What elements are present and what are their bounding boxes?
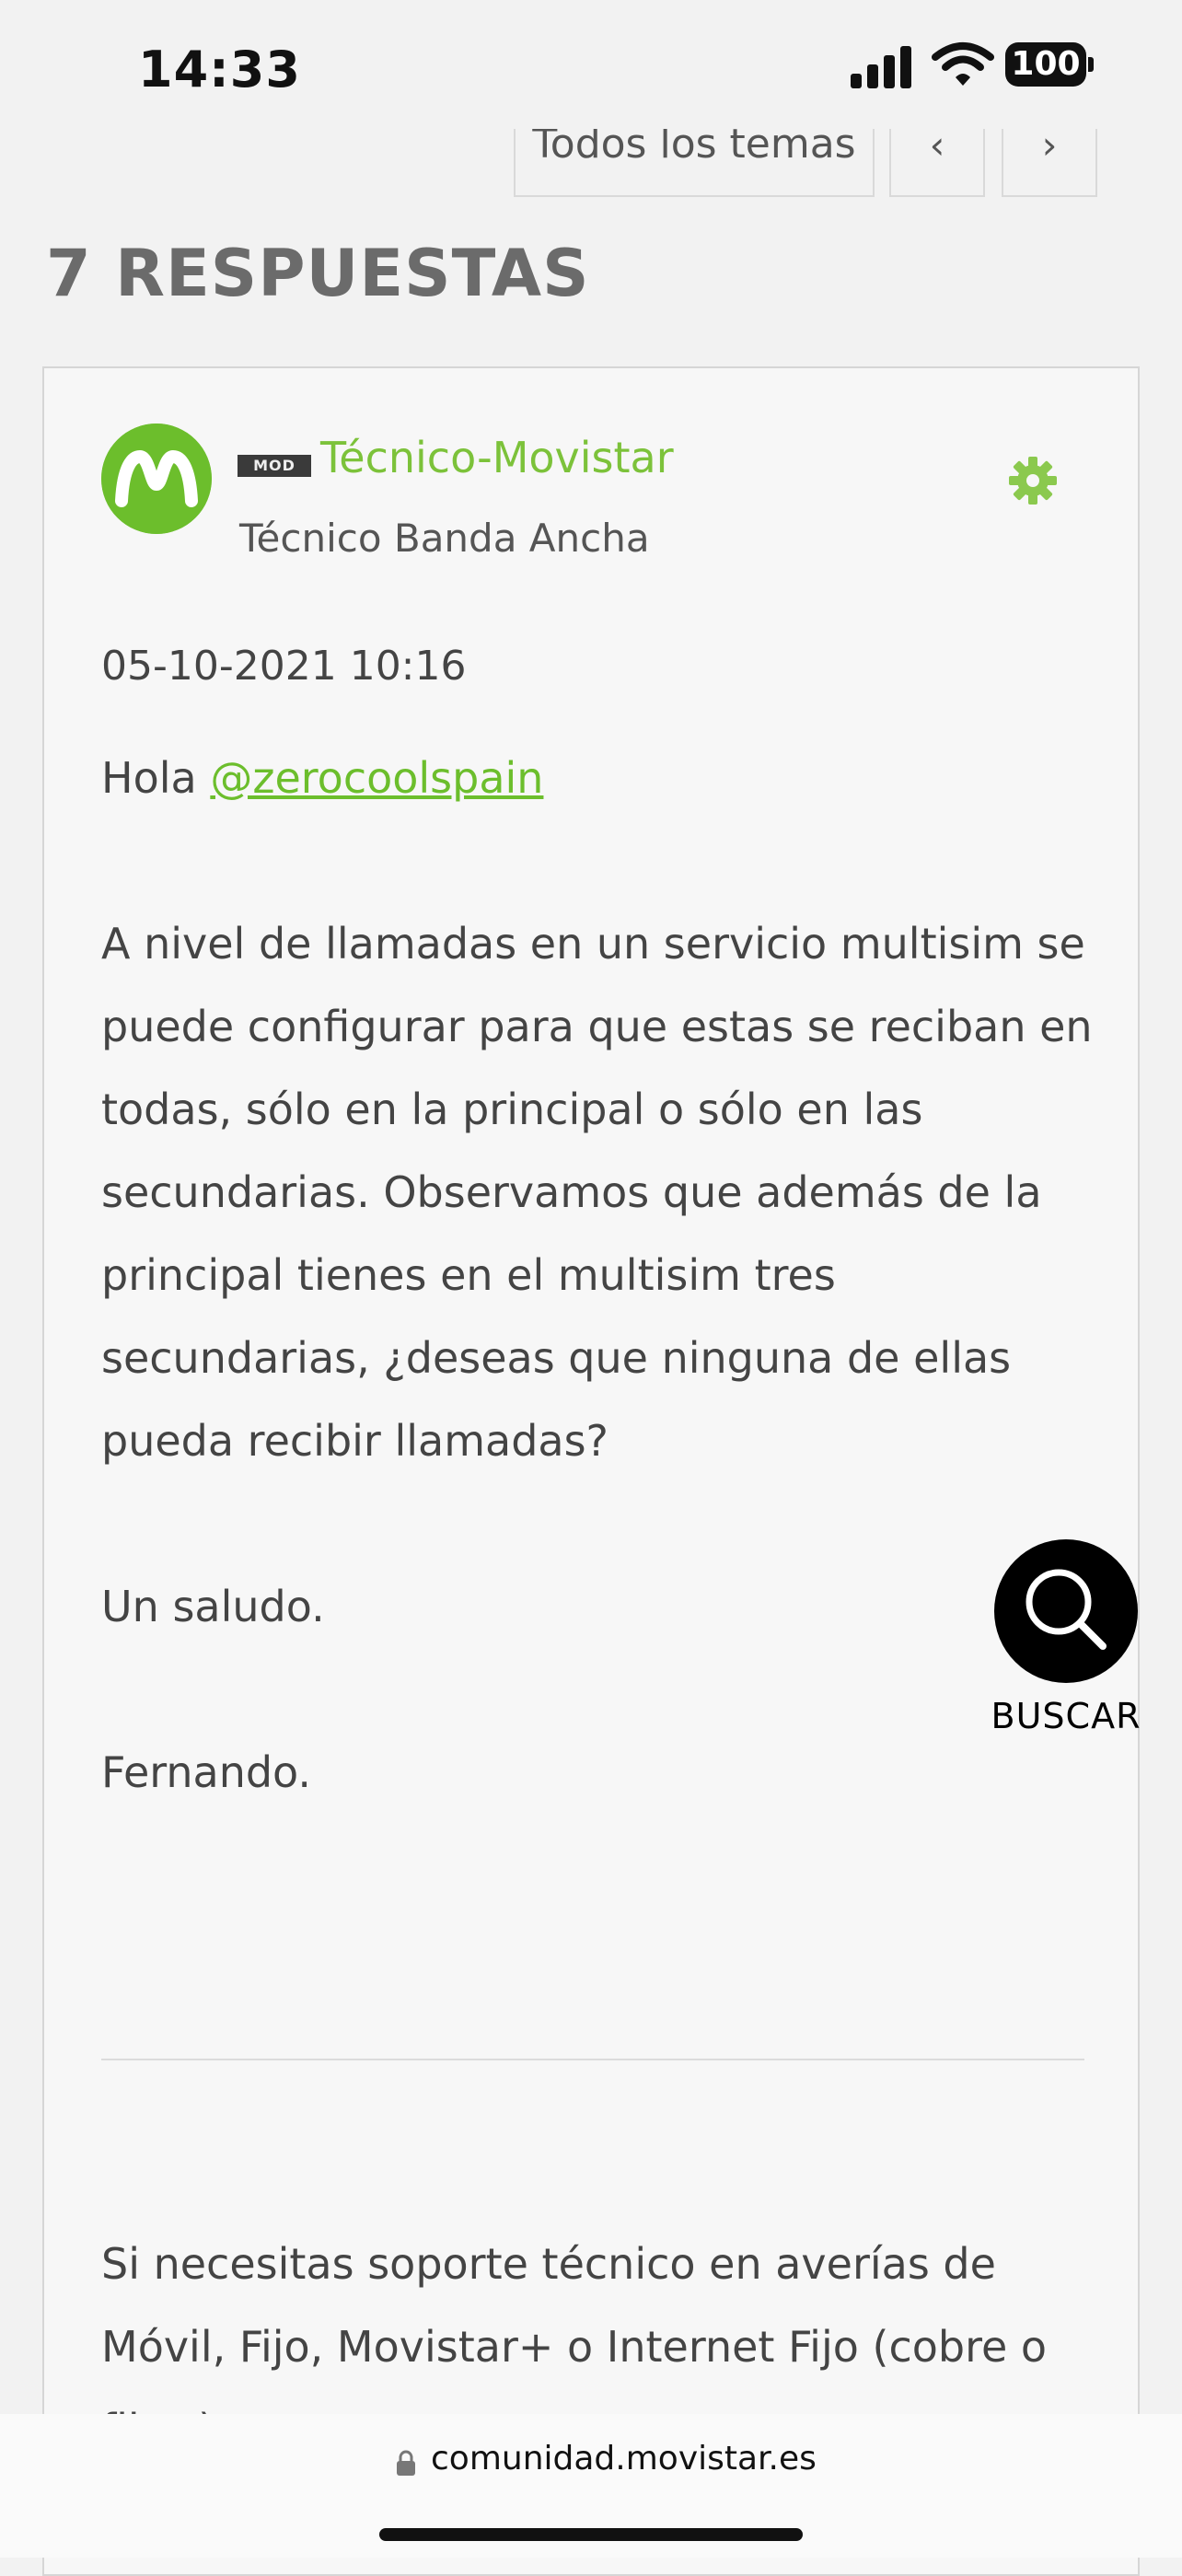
post-paragraph: A nivel de llamadas en un servicio multi…	[101, 919, 1093, 1466]
signature-divider	[101, 2059, 1084, 2060]
battery-tip	[1088, 57, 1094, 72]
wifi-icon	[932, 42, 994, 86]
moderator-badge: MOD	[238, 455, 311, 477]
signoff-text: Fernando.	[101, 1747, 312, 1797]
post-body: Hola @zerocoolspain A nivel de llamadas …	[101, 737, 1095, 1814]
movistar-avatar[interactable]	[101, 424, 212, 534]
author-rank: Técnico Banda Ancha	[239, 516, 650, 561]
search-button[interactable]	[994, 1539, 1138, 1683]
cellular-signal-icon	[851, 44, 913, 88]
closing-text: Un saludo.	[101, 1582, 325, 1631]
url-text[interactable]: comunidad.movistar.es	[431, 2440, 817, 2477]
greeting-line: Hola @zerocoolspain	[101, 737, 1095, 819]
user-mention-link[interactable]: @zerocoolspain	[210, 753, 543, 803]
battery-icon: 100	[1005, 42, 1086, 87]
reply-post: MOD Técnico-Movistar Técnico Banda Ancha…	[42, 366, 1140, 2576]
author-name-link[interactable]: Técnico-Movistar	[320, 433, 674, 482]
status-time: 14:33	[138, 41, 301, 99]
search-label[interactable]: BUSCAR	[976, 1696, 1156, 1736]
gear-icon[interactable]	[1007, 455, 1059, 506]
search-icon	[1026, 1569, 1107, 1650]
post-date: 05-10-2021 10:16	[101, 643, 467, 690]
status-bar: 14:33 100	[0, 0, 1182, 129]
browser-address-bar[interactable]: comunidad.movistar.es	[0, 2414, 1182, 2558]
lock-icon	[397, 2450, 415, 2476]
home-indicator[interactable]	[379, 2528, 803, 2541]
greeting-text: Hola	[101, 753, 211, 803]
replies-heading: 7 RESPUESTAS	[46, 236, 590, 311]
